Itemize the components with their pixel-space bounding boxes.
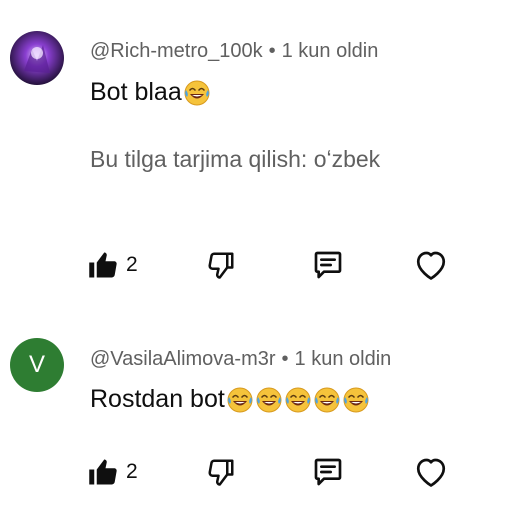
dislike-button[interactable] (206, 245, 236, 285)
heart-button[interactable] (413, 452, 449, 492)
comment-text: Rostdan bot (90, 385, 370, 414)
joy-emoji (183, 79, 211, 107)
reply-icon (312, 456, 344, 488)
author-handle[interactable]: @Rich-metro_100k (90, 40, 263, 62)
comment-body: Bot blaa (90, 78, 182, 106)
comment-meta: @Rich-metro_100k • 1 kun oldin (90, 40, 378, 63)
avatar[interactable] (10, 31, 64, 85)
author-handle[interactable]: @VasilaAlimova-m3r (90, 348, 276, 370)
like-count: 2 (126, 253, 138, 276)
joy-emoji (342, 386, 370, 414)
comment-body: Rostdan bot (90, 385, 225, 413)
thumbs-down-icon (206, 457, 236, 487)
comment-item: @Rich-metro_100k • 1 kun oldin Bot blaa Bu… (0, 0, 520, 300)
comment-text: Bot blaa (90, 78, 211, 107)
translate-link[interactable]: Bu tilga tarjima qilish: oʻzbek (90, 146, 380, 173)
meta-separator: • (268, 40, 276, 62)
meta-separator: • (281, 348, 289, 370)
thumbs-up-icon (88, 457, 118, 487)
heart-button[interactable] (413, 245, 449, 285)
comment-time[interactable]: 1 kun oldin (295, 348, 392, 370)
avatar[interactable]: V (10, 338, 64, 392)
comment-actions: 2 (0, 452, 520, 492)
joy-emoji (255, 386, 283, 414)
thumbs-up-icon (88, 250, 118, 280)
joy-emoji (226, 386, 254, 414)
comment-actions: 2 (0, 245, 520, 285)
like-button[interactable]: 2 (88, 452, 138, 492)
comment-time[interactable]: 1 kun oldin (282, 40, 379, 62)
comment-meta: @VasilaAlimova-m3r • 1 kun oldin (90, 348, 391, 371)
reply-icon (312, 249, 344, 281)
heart-icon (413, 247, 449, 283)
reply-button[interactable] (312, 245, 344, 285)
comment-item: V @VasilaAlimova-m3r • 1 kun oldin Rostdan… (0, 325, 520, 520)
avatar-letter: V (28, 351, 45, 378)
joy-emoji (284, 386, 312, 414)
joy-emoji (313, 386, 341, 414)
like-count: 2 (126, 460, 138, 483)
heart-icon (413, 454, 449, 490)
like-button[interactable]: 2 (88, 245, 138, 285)
thumbs-down-icon (206, 250, 236, 280)
dislike-button[interactable] (206, 452, 236, 492)
reply-button[interactable] (312, 452, 344, 492)
